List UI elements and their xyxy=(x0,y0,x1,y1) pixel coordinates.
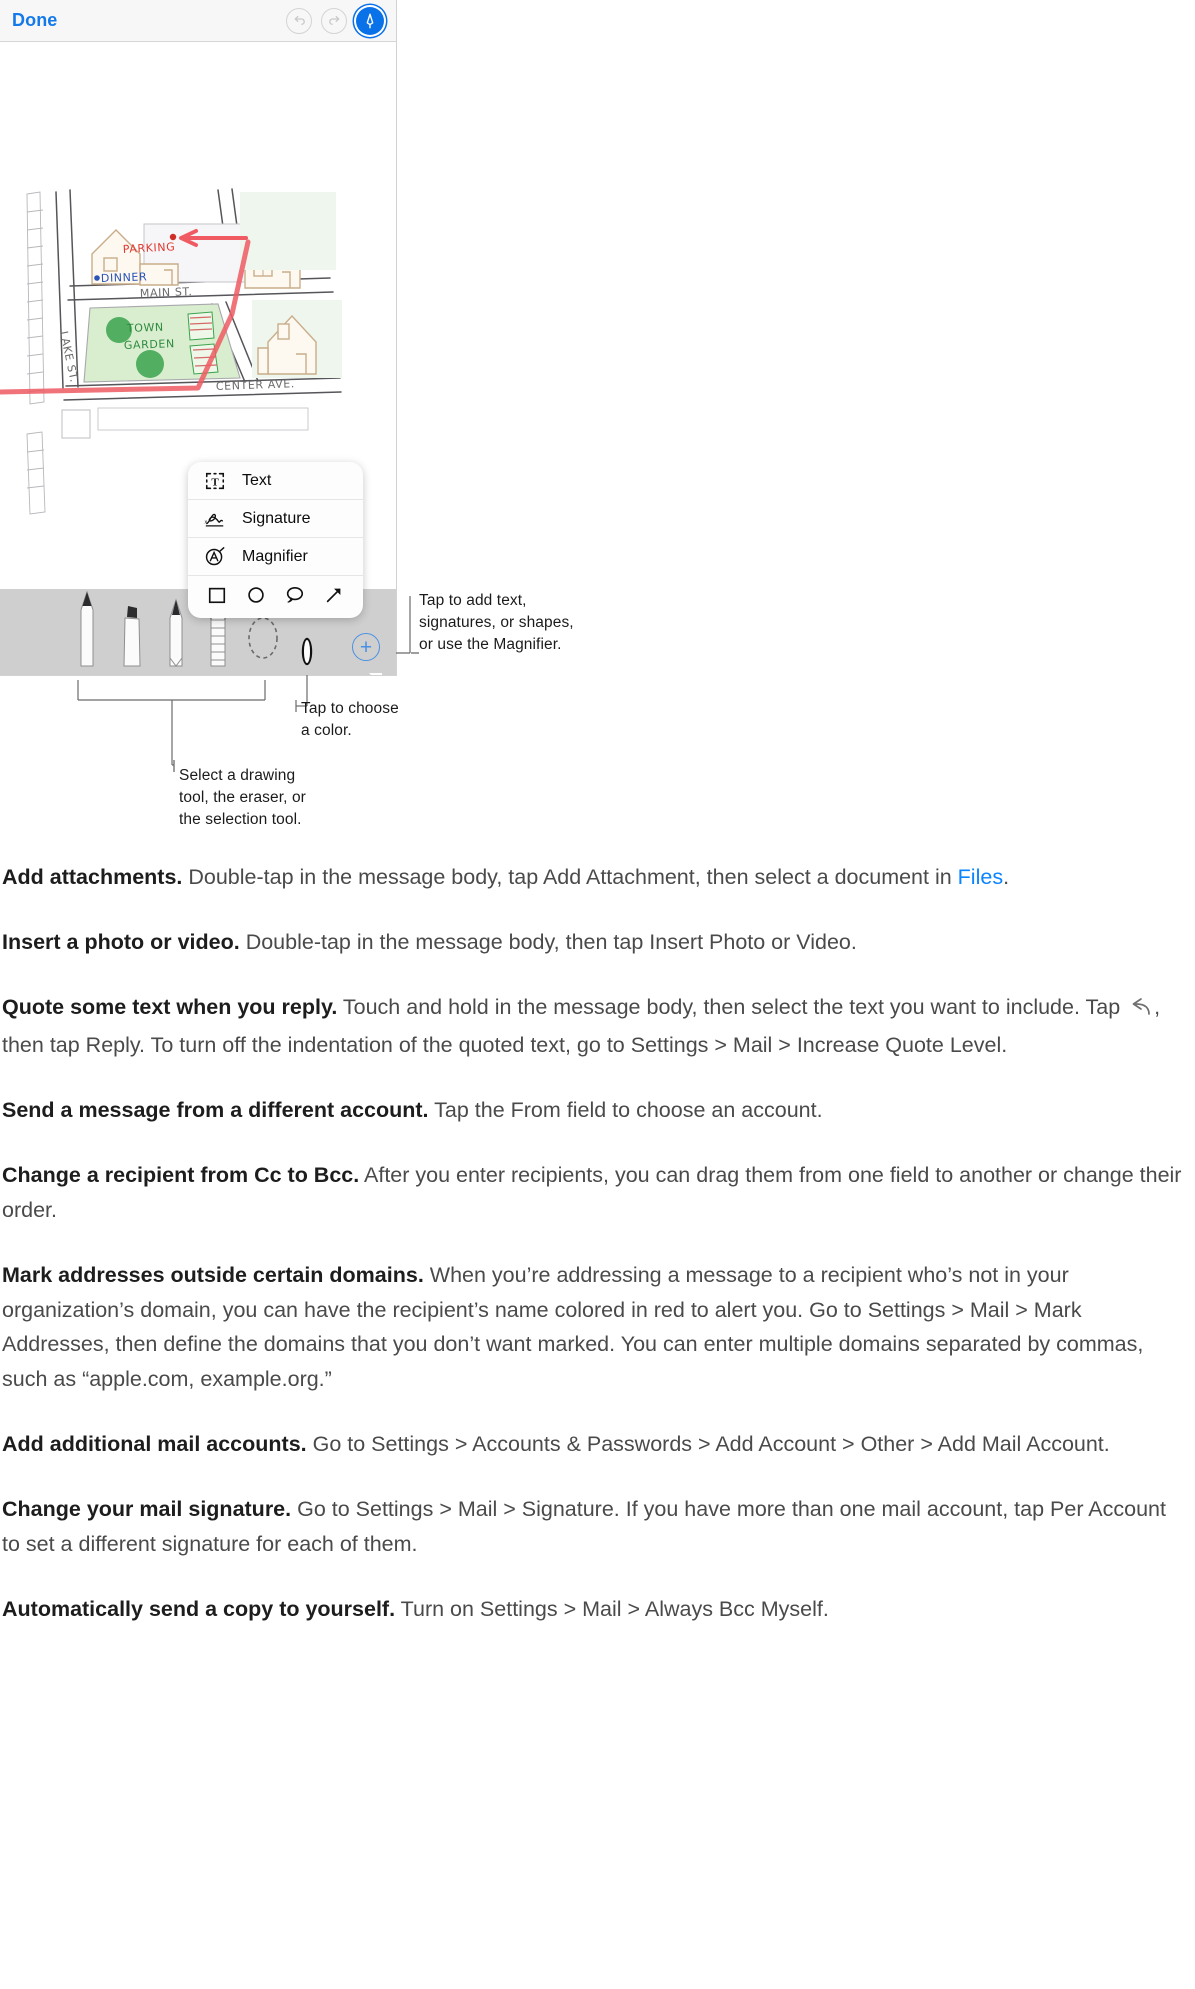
paragraph-heading: Quote some text when you reply. xyxy=(2,994,338,1019)
paragraph-text: Go to Settings > Accounts & Passwords > … xyxy=(306,1432,1110,1457)
eraser-tool-icon[interactable] xyxy=(206,608,230,675)
paragraph-cc-to-bcc: Change a recipient from Cc to Bcc. After… xyxy=(2,1158,1184,1228)
popup-item-signature[interactable]: x Signature xyxy=(188,500,363,538)
map-label-parking: PARKING xyxy=(122,240,175,256)
paragraph-add-accounts: Add additional mail accounts. Go to Sett… xyxy=(2,1427,1184,1462)
pen-tool-icon[interactable] xyxy=(72,590,102,675)
paragraph-quote-text: Quote some text when you reply. Touch an… xyxy=(2,990,1184,1064)
paragraph-heading: Change a recipient from Cc to Bcc. xyxy=(2,1163,360,1188)
paragraph-heading: Change your mail signature. xyxy=(2,1496,292,1521)
callout-choose-color: Tap to choose a color. xyxy=(301,698,399,742)
map-parking-marker xyxy=(169,233,177,241)
markup-figure: Done PARKING DINNER MAIN ST. LAKE ST. TO… xyxy=(0,0,1195,860)
markup-add-popup[interactable]: T Text x Signature Magnifier xyxy=(188,462,363,618)
callout-add-items: Tap to add text, signatures, or shapes, … xyxy=(419,590,574,656)
map-label-main-st: MAIN ST. xyxy=(140,285,193,300)
popup-item-label: Magnifier xyxy=(242,547,308,565)
markup-pen-icon[interactable] xyxy=(356,6,384,35)
svg-text:x: x xyxy=(204,519,207,525)
callout-select-tool: Select a drawing tool, the eraser, or th… xyxy=(179,765,306,831)
callout-line: or use the Magnifier. xyxy=(419,636,562,653)
lasso-selection-tool-icon[interactable] xyxy=(246,612,280,669)
map-label-garden: GARDEN xyxy=(124,337,175,352)
circle-shape-icon[interactable] xyxy=(246,585,266,610)
signature-icon: x xyxy=(202,508,228,530)
paragraph-mark-addresses: Mark addresses outside certain domains. … xyxy=(2,1258,1184,1397)
callout-line: a color. xyxy=(301,722,352,739)
reply-arrow-icon xyxy=(1128,994,1152,1029)
callout-line: Tap to add text, xyxy=(419,592,527,609)
map-label-town: TOWN xyxy=(126,321,164,335)
redo-icon[interactable] xyxy=(321,7,347,34)
help-body: Add attachments. Double-tap in the messa… xyxy=(0,860,1195,1686)
undo-icon[interactable] xyxy=(286,7,312,34)
map-label-center-ave: CENTER AVE. xyxy=(216,377,295,393)
markup-nav-bar: Done xyxy=(0,0,396,42)
paragraph-text: Double-tap in the message body, then tap… xyxy=(239,929,857,954)
paragraph-heading: Mark addresses outside certain domains. xyxy=(2,1262,424,1287)
color-swatch-icon[interactable] xyxy=(304,640,310,663)
help-page: Done PARKING DINNER MAIN ST. LAKE ST. TO… xyxy=(0,0,1195,1989)
paragraph-text: Tap the From field to choose an account. xyxy=(428,1098,823,1123)
paragraph-send-from-account: Send a message from a different account.… xyxy=(2,1093,1184,1128)
paragraph-bcc-myself: Automatically send a copy to yourself. T… xyxy=(2,1592,1184,1627)
highlighter-tool-icon[interactable] xyxy=(118,604,146,675)
callout-line: tool, the eraser, or xyxy=(179,789,306,806)
paragraph-text-tail: . xyxy=(1003,865,1010,889)
map-label-dinner: DINNER xyxy=(101,270,148,285)
magnifier-icon xyxy=(202,546,228,568)
popup-item-text[interactable]: T Text xyxy=(188,462,363,500)
device-screenshot: Done PARKING DINNER MAIN ST. LAKE ST. TO… xyxy=(0,0,397,676)
paragraph-insert-photo-video: Insert a photo or video. Double-tap in t… xyxy=(2,925,1184,960)
popup-item-label: Text xyxy=(242,471,272,489)
popup-item-magnifier[interactable]: Magnifier xyxy=(188,538,363,576)
callout-line: Tap to choose xyxy=(301,700,399,717)
callout-line: the selection tool. xyxy=(179,811,302,828)
paragraph-heading: Add additional mail accounts. xyxy=(2,1432,307,1457)
popup-shapes-row xyxy=(188,576,363,618)
pencil-tool-icon[interactable] xyxy=(162,598,190,675)
paragraph-text: Double-tap in the message body, tap Add … xyxy=(182,865,958,889)
paragraph-text: Turn on Settings > Mail > Always Bcc Mys… xyxy=(395,1596,829,1621)
paragraph-heading: Send a message from a different account. xyxy=(2,1098,429,1123)
paragraph-heading: Add attachments. xyxy=(2,865,183,889)
popup-item-label: Signature xyxy=(242,509,311,527)
text-box-icon: T xyxy=(202,470,228,492)
done-button[interactable]: Done xyxy=(12,10,57,31)
square-shape-icon[interactable] xyxy=(207,585,227,610)
paragraph-mail-signature: Change your mail signature. Go to Settin… xyxy=(2,1492,1184,1562)
callout-line: signatures, or shapes, xyxy=(419,614,574,631)
popup-tail xyxy=(369,673,382,675)
paragraph-heading: Insert a photo or video. xyxy=(2,929,240,954)
paragraph-add-attachments: Add attachments. Double-tap in the messa… xyxy=(2,860,1184,895)
nav-right-group xyxy=(286,6,384,35)
files-link[interactable]: Files xyxy=(958,865,1003,889)
plus-icon[interactable]: + xyxy=(352,633,380,661)
map-dinner-marker xyxy=(94,275,100,281)
paragraph-heading: Automatically send a copy to yourself. xyxy=(2,1596,396,1621)
callout-line: Select a drawing xyxy=(179,767,296,784)
arrow-shape-icon[interactable] xyxy=(324,585,344,610)
paragraph-text: Touch and hold in the message body, then… xyxy=(337,994,1127,1019)
speech-bubble-shape-icon[interactable] xyxy=(284,585,305,610)
svg-text:T: T xyxy=(211,476,219,488)
